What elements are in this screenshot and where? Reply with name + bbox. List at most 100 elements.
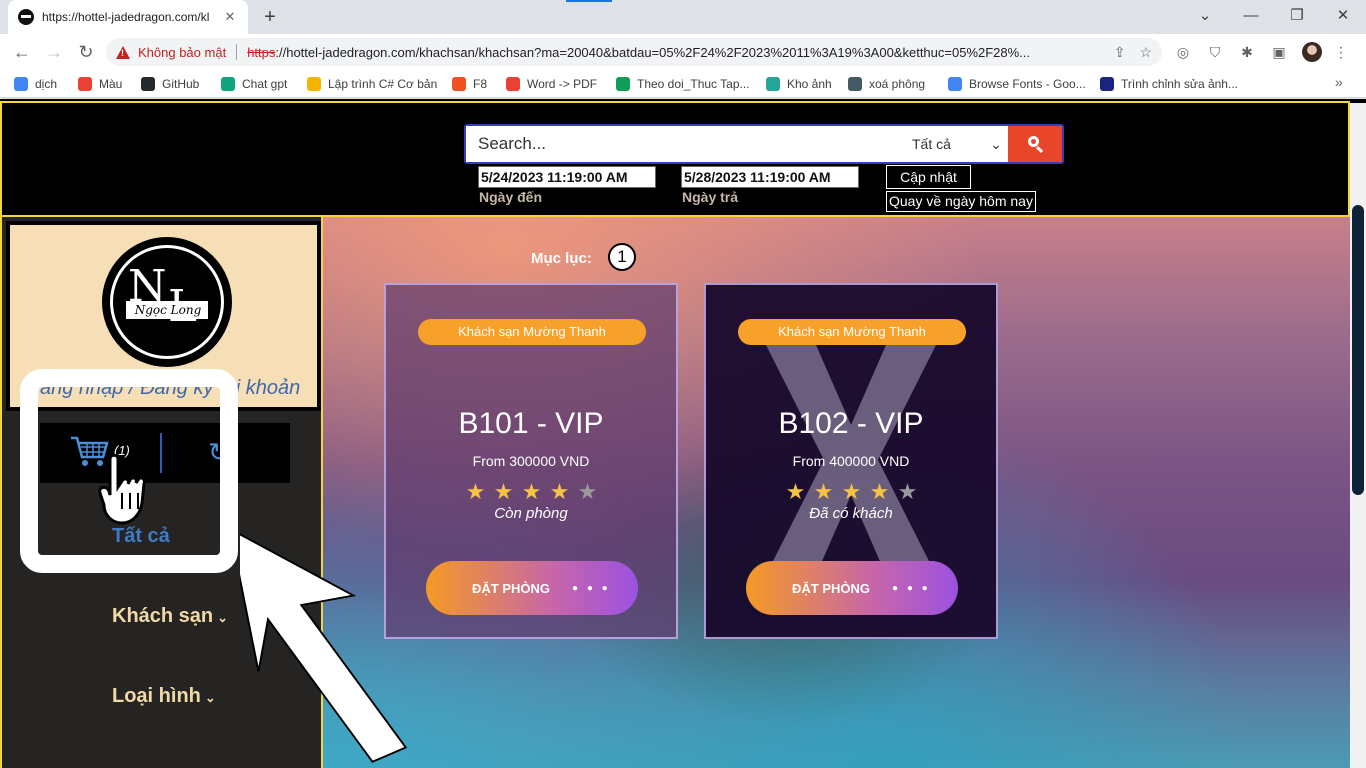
star-filled-icon: ★ bbox=[813, 479, 834, 504]
bookmark-label: GitHub bbox=[162, 77, 200, 91]
folder-icon bbox=[307, 77, 321, 91]
chevron-down-icon: ⌄ bbox=[217, 610, 229, 625]
chevron-down-icon: ⌄ bbox=[204, 690, 216, 705]
security-label[interactable]: Không bảo mật bbox=[138, 45, 226, 60]
update-button[interactable]: Cập nhật bbox=[886, 165, 971, 189]
brand-logo[interactable]: N L Ngọc Long bbox=[102, 237, 232, 367]
back-to-today-button[interactable]: Quay về ngày hôm nay bbox=[886, 191, 1036, 212]
url-scheme: https bbox=[247, 44, 276, 60]
index-label: Mục lục: bbox=[531, 250, 592, 267]
menu-kebab-icon[interactable]: ⋮ bbox=[1332, 43, 1350, 61]
tab-indicator bbox=[566, 0, 612, 2]
compass-extension-icon[interactable]: ◎ bbox=[1174, 43, 1192, 61]
f8-icon bbox=[452, 77, 466, 91]
star-empty-icon: ★ bbox=[897, 479, 918, 504]
search-input[interactable] bbox=[466, 126, 912, 162]
checkout-date-input[interactable]: 5/28/2023 11:19:00 AM bbox=[681, 166, 859, 188]
profile-avatar[interactable] bbox=[1302, 42, 1322, 62]
tab-search-chevron-icon[interactable]: ⌄ bbox=[1182, 4, 1228, 28]
room-card: Khách sạn Mường Thanh B102 - VIP From 40… bbox=[704, 283, 998, 639]
checkin-label: Ngày đến bbox=[479, 189, 543, 205]
room-name: B102 - VIP bbox=[778, 407, 924, 440]
rating-stars: ★ ★ ★ ★ ★ bbox=[464, 481, 604, 503]
bookmark-item[interactable]: Chat gpt bbox=[221, 76, 287, 92]
nav-hotel[interactable]: Khách sạn ⌄ bbox=[112, 605, 228, 628]
sheets-icon bbox=[616, 77, 630, 91]
back-arrow-icon[interactable]: ← bbox=[10, 40, 34, 64]
browser-tab[interactable]: https://hottel-jadedragon.com/kl ✕ bbox=[8, 0, 248, 34]
forward-arrow-icon[interactable]: → bbox=[42, 40, 66, 64]
search-category-value: Tất cả bbox=[912, 136, 951, 152]
minimize-icon[interactable]: — bbox=[1228, 4, 1274, 28]
share-icon[interactable]: ⇪ bbox=[1114, 44, 1126, 61]
book-room-button[interactable]: ĐẶT PHÒNG ● ● ● bbox=[426, 561, 638, 615]
bookmark-label: Browse Fonts - Goo... bbox=[969, 77, 1086, 91]
bookmark-label: Trình chỉnh sửa ảnh... bbox=[1121, 77, 1238, 91]
nav-hotel-label: Khách sạn bbox=[112, 605, 214, 627]
side-panel-icon[interactable]: ▣ bbox=[1270, 43, 1288, 61]
book-room-label: ĐẶT PHÒNG bbox=[472, 580, 550, 596]
dots-icon: ● ● ● bbox=[572, 582, 611, 594]
github-icon bbox=[141, 77, 155, 91]
scrollbar-thumb[interactable] bbox=[1352, 205, 1364, 495]
bookmark-label: Kho ảnh bbox=[787, 77, 832, 91]
puzzle-extensions-icon[interactable]: ✱ bbox=[1238, 43, 1256, 61]
star-filled-icon: ★ bbox=[549, 479, 570, 504]
bookmark-label: Theo doi_Thuc Tap... bbox=[637, 77, 750, 91]
room-card: Khách sạn Mường Thanh B101 - VIP From 30… bbox=[384, 283, 678, 639]
search-icon-handle bbox=[1035, 145, 1044, 154]
web-page: Tất cả ⌄ 5/24/2023 11:19:00 AM Ngày đến … bbox=[0, 99, 1366, 768]
browser-toolbar: ← → ↻ Không bảo mật https ://hottel-jade… bbox=[0, 34, 1366, 70]
bookmark-label: Màu bbox=[99, 77, 123, 91]
close-tab-icon[interactable]: ✕ bbox=[222, 9, 238, 25]
bookmark-item[interactable]: Lập trình C# Cơ bản bbox=[307, 76, 437, 92]
close-window-icon[interactable]: ✕ bbox=[1320, 4, 1366, 28]
nav-type[interactable]: Loại hình ⌄ bbox=[112, 685, 216, 708]
bookmark-item[interactable]: F8 bbox=[452, 76, 487, 92]
site-favicon-icon bbox=[18, 9, 34, 25]
room-listing: Mục lục: 1 Khách sạn Mường Thanh B101 - … bbox=[323, 217, 1353, 768]
checkin-date-input[interactable]: 5/24/2023 11:19:00 AM bbox=[478, 166, 656, 188]
hotel-badge: Khách sạn Mường Thanh bbox=[738, 319, 966, 345]
star-filled-icon: ★ bbox=[521, 479, 542, 504]
bookmark-label: F8 bbox=[473, 77, 488, 91]
bookmark-item[interactable]: Theo doi_Thuc Tap... bbox=[616, 76, 750, 92]
word-pdf-icon bbox=[506, 77, 520, 91]
address-bar[interactable]: Không bảo mật https ://hottel-jadedragon… bbox=[106, 38, 1162, 66]
bookmark-item[interactable]: Kho ảnh bbox=[766, 76, 832, 92]
shield-extension-icon[interactable]: ⛉ bbox=[1206, 43, 1224, 61]
bookmark-item[interactable]: Màu bbox=[78, 76, 122, 92]
bookmark-label: Chat gpt bbox=[242, 77, 288, 91]
new-tab-button[interactable]: + bbox=[257, 5, 283, 29]
bookmark-label: xoá phông bbox=[869, 77, 926, 91]
more-bookmarks-icon[interactable]: » bbox=[1335, 74, 1343, 90]
book-room-button[interactable]: ĐẶT PHÒNG ● ● ● bbox=[746, 561, 958, 615]
bookmark-item[interactable]: Browse Fonts - Goo... bbox=[948, 76, 1086, 92]
tutorial-arrow-icon bbox=[240, 533, 408, 763]
search-bar: Tất cả ⌄ bbox=[464, 124, 1064, 164]
google-fonts-icon bbox=[948, 77, 962, 91]
bookmark-item[interactable]: xoá phông bbox=[848, 76, 925, 92]
star-empty-icon: ★ bbox=[577, 479, 598, 504]
room-status: Đã có khách bbox=[809, 505, 893, 522]
photo-editor-icon bbox=[1100, 77, 1114, 91]
page-number-button[interactable]: 1 bbox=[608, 243, 636, 271]
bookmark-item[interactable]: dịch bbox=[14, 76, 57, 92]
search-button[interactable] bbox=[1008, 126, 1062, 162]
room-name: B101 - VIP bbox=[458, 407, 604, 440]
search-category-select[interactable]: Tất cả ⌄ bbox=[912, 136, 1008, 153]
star-filled-icon: ★ bbox=[465, 479, 486, 504]
browser-tab-strip: https://hottel-jadedragon.com/kl ✕ + ⌄ —… bbox=[0, 0, 1366, 34]
bookmark-label: dịch bbox=[35, 77, 58, 91]
restore-icon[interactable]: ❐ bbox=[1274, 4, 1320, 28]
url-text[interactable]: ://hottel-jadedragon.com/khachsan/khachs… bbox=[275, 45, 1099, 60]
bookmark-label: Lập trình C# Cơ bản bbox=[328, 77, 438, 91]
bookmark-item[interactable]: Word -> PDF bbox=[506, 76, 597, 92]
warning-icon bbox=[116, 45, 130, 59]
layers-icon bbox=[848, 77, 862, 91]
room-price: From 400000 VND bbox=[792, 453, 910, 469]
reload-icon[interactable]: ↻ bbox=[74, 40, 98, 64]
bookmark-star-icon[interactable]: ☆ bbox=[1139, 44, 1152, 61]
bookmark-item[interactable]: GitHub bbox=[141, 76, 199, 92]
bookmark-item[interactable]: Trình chỉnh sửa ảnh... bbox=[1100, 76, 1238, 92]
